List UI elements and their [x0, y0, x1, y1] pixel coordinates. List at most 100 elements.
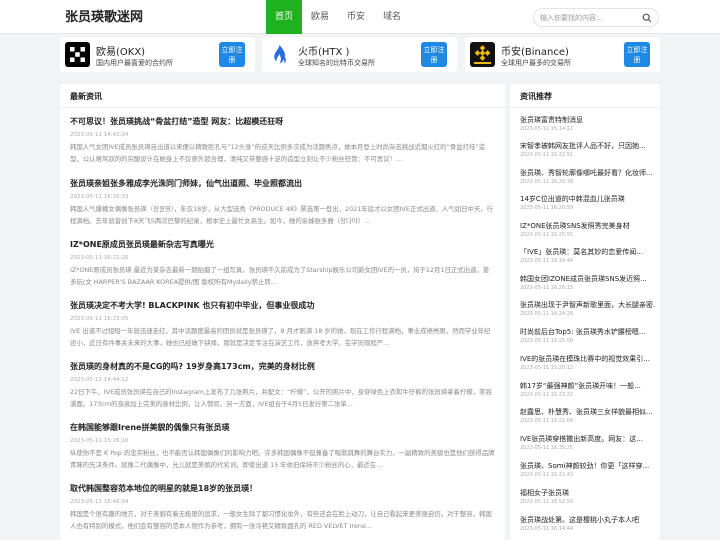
okx-logo-icon [65, 42, 90, 67]
article-title[interactable]: IZ*ONE原成员张员瑛最新杂志写真曝光 [70, 239, 495, 251]
divider [60, 107, 505, 108]
exchange-name: 币安(Binance) [501, 47, 569, 58]
nav-item-domain[interactable]: 域名 [374, 0, 410, 34]
recommend-item: IVE张员瑛穿搭撒出新高度。网友：这... 2023-05-11 16:35:25 [520, 434, 655, 452]
recommend-title[interactable]: 赵露思、朴慧秀、张员瑛三女祥貌最相似... [520, 407, 655, 417]
recommend-title[interactable]: 韩国女团IZONE成员张员瑛SNS发近照... [520, 274, 655, 284]
article-excerpt: 韩国人气爆棚女偶像张员瑛（장원영），年仅18岁，从大型选秀《PRODUCE 48… [70, 205, 494, 225]
exchange-desc: 全球用户最多的交易所 [501, 59, 571, 67]
recommend-date: 2023-05-11 16:35:25 [520, 445, 574, 451]
search-icon[interactable] [642, 13, 652, 23]
nav-item-home[interactable]: 首页 [266, 0, 302, 34]
site-logo[interactable]: 张员瑛歌迷网 [65, 6, 143, 25]
article-date: 2023-05-11 16:20:33 [70, 194, 129, 200]
recommend-date: 2023-05-11 16:26:13 [520, 285, 574, 291]
article-date: 2023-05-11 16:23:05 [70, 316, 129, 322]
exchange-card-okx: 欧易(OKX) 国内用户最喜爱的合约所 立即注册 [60, 37, 255, 72]
recommend-item: 宋智孝被韩网友批评人品不好，只因她... 2023-05-11 16:22:51 [520, 141, 655, 159]
exchange-desc: 全球知名的比特币交易所 [298, 59, 375, 67]
article-title[interactable]: 张员瑛决定不考大学! BLACKPINK 也只有初中毕业，但事业很成功 [70, 300, 495, 312]
article-date: 2023-05-11 14:43:34 [70, 132, 129, 138]
exchange-card-binance: 币安(Binance) 全球用户最多的交易所 立即注册 [465, 37, 660, 72]
search-box [533, 8, 659, 27]
article-excerpt: IZ*ONE原成员张员瑛 最近为某杂志最新一期拍摄了一组写真。张员瑛不久前成为了… [70, 266, 490, 286]
article-title[interactable]: 不可思议！张员瑛挑战“骨盆打结”造型 网友：比超模还狂呀 [70, 116, 495, 128]
article-title[interactable]: 取代韩国整容范本地位的明星的就是18岁的张员瑛！ [70, 483, 495, 495]
recommend-date: 2023-05-11 16:21:43 [520, 472, 574, 478]
recommend-title[interactable]: 张员瑛、秀智轮廓像哪吒最好看？化妆师... [520, 168, 655, 178]
article-item: IZ*ONE原成员张员瑛最新杂志写真曝光 2023-05-11 16:21:26… [70, 239, 495, 288]
article-date: 2023-05-11 14:44:12 [70, 377, 129, 383]
recommend-item: 张员瑛、Somi神颜较劲！你更「这样穿... 2023-05-11 16:21:4… [520, 461, 655, 479]
recommend-item: 韩国女团IZONE成员张员瑛SNS发近照... 2023-05-11 16:26:… [520, 274, 655, 292]
recommend-date: 2023-05-11 16:25:00 [520, 338, 574, 344]
recommend-title[interactable]: IZ*ONE张员瑛SNS发照秀完美身材 [520, 221, 655, 231]
article-excerpt: IVE 出道不过短短一年就迅速走红，其中话题度最高的团员就是张员瑛了，8 月才刚… [70, 327, 491, 347]
recommend-title[interactable]: 14岁C位出道的中韩混血儿张员瑛 [520, 194, 655, 204]
recommend-panel: 资讯推荐 张员瑛富贵特制消息 2023-05-11 15:14:22 宋智孝被韩网… [510, 84, 660, 540]
article-date: 2023-05-11 15:26:10 [70, 438, 129, 444]
article-item: 张员瑛决定不考大学! BLACKPINK 也只有初中毕业，但事业很成功 2023… [70, 300, 495, 349]
article-excerpt: 纵使你不是 K Pop 的忠实粉丝，也不能否认韩国偶像们的影响力吧。许多韩国偶像… [70, 449, 495, 469]
recommend-item: 时尚前后台Top5: 张员瑛秀水铲腰榜嗯... 2023-05-11 16:25:… [520, 327, 655, 345]
section-title: 最新资讯 [70, 92, 102, 101]
recommend-title[interactable]: 张员瑛战处第。这是樱桃小丸子本人吧 [520, 515, 655, 525]
register-button[interactable]: 立即注册 [219, 42, 245, 67]
article-excerpt: 韩国是个很有趣的地方，对于美貌有着无极限的追求，一般女生除了都习惯化妆外，有些还… [70, 510, 492, 530]
recommend-date: 2023-05-11 16:23:22 [520, 392, 574, 398]
htx-logo-icon [267, 42, 292, 67]
recommend-date: 2023-05-11 15:14:22 [520, 126, 574, 132]
recommend-item: 14岁C位出道的中韩混血儿张员瑛 2023-05-11 16:20:59 [520, 194, 655, 212]
recommend-item: 赵露思、朴慧秀、张员瑛三女祥貌最相似... 2023-05-11 16:21:04 [520, 407, 655, 425]
article-item: 张员瑛的身材真的不是CG的吗? 19岁身高173cm，完美的身材比例 2023-… [70, 361, 495, 410]
recommend-title[interactable]: 「IVE」张员瑛：莫名其妙的恋爱传闻... [520, 247, 655, 257]
exchange-name: 火币(HTX ) [298, 47, 350, 58]
search-input[interactable] [540, 12, 640, 24]
article-item: 在韩国能够跟Irene拼美貌的偶像只有张员瑛 2023-05-11 15:26:… [70, 422, 495, 471]
recommend-item: IVE的张员瑛在模珠比赛中的视觉效果引... 2023-05-11 15:20:1… [520, 354, 655, 372]
binance-logo-icon [470, 42, 495, 67]
recommend-item: 「IVE」张员瑛：莫名其妙的恋爱传闻... 2023-05-11 16:19:44 [520, 247, 655, 265]
article-excerpt: 22日下午，IVE成员张员瑛在自己的Instagram上发布了几张照片，并配文：… [70, 388, 492, 408]
recommend-title[interactable]: 福相女子张员瑛 [520, 488, 655, 498]
recommend-title[interactable]: 时尚前后台Top5: 张员瑛秀水铲腰榜嗯... [520, 327, 655, 337]
register-button[interactable]: 立即注册 [421, 42, 447, 67]
recommend-item: 福相女子张员瑛 2023-05-11 16:52:50 [520, 488, 655, 506]
article-date: 2023-05-11 16:46:34 [70, 499, 129, 505]
recommend-title[interactable]: 宋智孝被韩网友批评人品不好，只因她... [520, 141, 655, 151]
recommend-item: IZ*ONE张员瑛SNS发照秀完美身材 2023-05-11 16:25:55 [520, 221, 655, 239]
article-date: 2023-05-11 16:21:26 [70, 255, 129, 261]
recommend-date: 2023-05-11 15:20:12 [520, 365, 574, 371]
recommend-item: 张员瑛富贵特制消息 2023-05-11 15:14:22 [520, 115, 655, 133]
recommend-date: 2023-05-11 16:19:44 [520, 258, 574, 264]
recommend-title[interactable]: 张员瑛出现于尹智声新歌里面，大长腿亲密... [520, 300, 655, 310]
recommend-date: 2023-05-11 16:14:44 [520, 526, 574, 532]
recommend-item: 张员瑛战处第。这是樱桃小丸子本人吧 2023-05-11 16:14:44 [520, 515, 655, 533]
recommend-date: 2023-05-11 16:52:50 [520, 499, 574, 505]
register-button[interactable]: 立即注册 [624, 42, 650, 67]
recommend-title[interactable]: 张员瑛、Somi神颜较劲！你更「这样穿... [520, 461, 655, 471]
recommend-title[interactable]: IVE张员瑛穿搭撒出新高度。网友：这... [520, 434, 655, 444]
nav-item-binance[interactable]: 币安 [338, 0, 374, 34]
recommend-date: 2023-05-11 16:20:59 [520, 205, 574, 211]
recommend-date: 2023-05-11 16:20:38 [520, 179, 574, 185]
article-title[interactable]: 在韩国能够跟Irene拼美貌的偶像只有张员瑛 [70, 422, 495, 434]
article-item: 取代韩国整容范本地位的明星的就是18岁的张员瑛！ 2023-05-11 16:4… [70, 483, 495, 532]
recommend-title[interactable]: IVE的张员瑛在模珠比赛中的视觉效果引... [520, 354, 655, 364]
recommend-date: 2023-05-11 16:25:55 [520, 232, 574, 238]
recommend-date: 2023-05-11 16:24:26 [520, 311, 574, 317]
exchange-desc: 国内用户最喜爱的合约所 [96, 59, 173, 67]
recommend-title[interactable]: 张员瑛富贵特制消息 [520, 115, 655, 125]
recommend-item: 张员瑛、秀智轮廓像哪吒最好看？化妆师... 2023-05-11 16:20:38 [520, 168, 655, 186]
article-title[interactable]: 张员瑛亲姐张多雅成李光洙同门师妹，仙气出道照、毕业照都流出 [70, 178, 495, 190]
recommend-title[interactable]: 韩17岁“最强神颜”张员瑛开味！一般... [520, 381, 655, 391]
latest-news-panel: 最新资讯 不可思议！张员瑛挑战“骨盆打结”造型 网友：比超模还狂呀 2023-0… [60, 84, 505, 540]
section-title: 资讯推荐 [520, 92, 552, 101]
recommend-item: 张员瑛出现于尹智声新歌里面，大长腿亲密... 2023-05-11 16:24:2… [520, 300, 655, 318]
recommend-item: 韩17岁“最强神颜”张员瑛开味！一般... 2023-05-11 16:23:22 [520, 381, 655, 399]
nav-item-okx[interactable]: 欧易 [302, 0, 338, 34]
article-item: 不可思议！张员瑛挑战“骨盆打结”造型 网友：比超模还狂呀 2023-05-11 … [70, 116, 495, 165]
recommend-date: 2023-05-11 16:21:04 [520, 418, 574, 424]
exchange-card-htx: 火币(HTX ) 全球知名的比特币交易所 立即注册 [262, 37, 457, 72]
article-title[interactable]: 张员瑛的身材真的不是CG的吗? 19岁身高173cm，完美的身材比例 [70, 361, 495, 373]
